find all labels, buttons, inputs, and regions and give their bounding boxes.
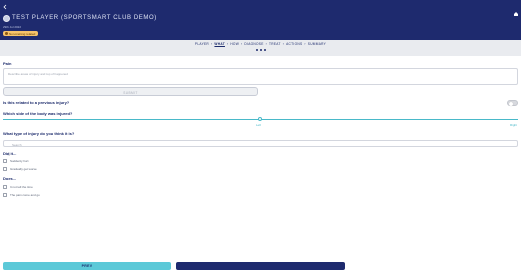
checkbox[interactable] xyxy=(3,185,7,189)
does-option[interactable]: It not tell the time xyxy=(3,185,33,189)
next-button[interactable] xyxy=(176,262,345,276)
pagination-dots xyxy=(0,49,521,51)
prev-button-label: PREV xyxy=(81,264,93,268)
toggle-knob xyxy=(508,101,513,106)
submit-button[interactable]: SUBMIT xyxy=(3,87,258,96)
did-it-heading: Did it... xyxy=(3,151,17,156)
pain-label: Pain xyxy=(3,61,12,66)
step-navigation: PLAYER › WHAT › HOW › DIAGNOSE › TREAT › ACTIONS › S… xyxy=(0,40,521,56)
checkbox[interactable] xyxy=(3,193,7,197)
step-separator: › xyxy=(282,42,285,46)
did-it-option[interactable]: Suddenly hurt xyxy=(3,159,29,163)
step-separator: › xyxy=(211,42,213,46)
home-icon[interactable] xyxy=(513,4,519,16)
checkbox-label: The pain come and go xyxy=(10,193,40,197)
step-separator: › xyxy=(241,42,243,46)
checkbox-label: It not tell the time xyxy=(10,185,33,189)
step-summary[interactable]: SUMMARY xyxy=(308,42,326,46)
injury-context-tag: Non-training related xyxy=(3,31,39,36)
checkbox-label: Gradually get worse xyxy=(10,167,37,171)
tag-label: Non-training related xyxy=(9,31,36,36)
side-question: Which side of the body was injured? xyxy=(3,111,73,116)
step-actions[interactable]: ACTIONS xyxy=(286,42,302,46)
app-header: Test Player (Sportsmart Club Demo) 29th … xyxy=(0,0,521,40)
previous-injury-toggle[interactable] xyxy=(507,100,518,106)
step-how[interactable]: HOW xyxy=(230,42,239,46)
step-diagnose[interactable]: DIAGNOSE xyxy=(244,42,263,46)
did-it-option[interactable]: Gradually get worse xyxy=(3,167,37,171)
slider-right-label: Right xyxy=(510,123,518,127)
checkbox[interactable] xyxy=(3,167,7,171)
pagination-dot xyxy=(255,49,258,51)
step-separator: › xyxy=(265,42,268,46)
back-arrow-icon[interactable] xyxy=(2,4,8,10)
side-slider-thumb[interactable] xyxy=(258,117,262,121)
pagination-dot xyxy=(259,49,262,51)
step-treat[interactable]: TREAT xyxy=(269,42,281,46)
does-heading: Does... xyxy=(3,176,17,181)
slider-left-label: Left xyxy=(256,123,262,127)
submit-button-label: SUBMIT xyxy=(123,90,138,95)
avatar xyxy=(3,15,10,22)
pain-description-placeholder: Describe areas of injury and top of happ… xyxy=(8,72,68,76)
does-option[interactable]: The pain come and go xyxy=(3,193,40,197)
step-separator: › xyxy=(304,42,306,46)
step-what[interactable]: WHAT xyxy=(214,42,225,46)
injury-type-search-input[interactable]: Search xyxy=(3,140,518,156)
step-list: PLAYER › WHAT › HOW › DIAGNOSE › TREAT › ACTIONS › S… xyxy=(0,42,521,46)
step-separator: › xyxy=(226,42,229,46)
pagination-dot xyxy=(263,49,266,51)
search-placeholder: Search xyxy=(12,142,22,147)
tag-dot-icon xyxy=(5,32,8,35)
checkbox-label: Suddenly hurt xyxy=(10,159,29,163)
arrow-right-icon xyxy=(258,264,262,276)
player-name: Test Player (Sportsmart Club Demo) xyxy=(12,15,157,21)
checkbox[interactable] xyxy=(3,159,7,163)
step-player[interactable]: PLAYER xyxy=(195,42,209,46)
pain-description-field[interactable]: Describe areas of injury and top of happ… xyxy=(3,68,518,85)
injury-type-question: What type of injury do you think it is? xyxy=(3,131,75,136)
prev-button[interactable]: PREV xyxy=(3,262,171,270)
injury-date: 29th Jul 2022 xyxy=(3,25,22,29)
previous-injury-question: Is this related to a previous injury? xyxy=(3,100,70,105)
search-icon xyxy=(7,143,10,156)
